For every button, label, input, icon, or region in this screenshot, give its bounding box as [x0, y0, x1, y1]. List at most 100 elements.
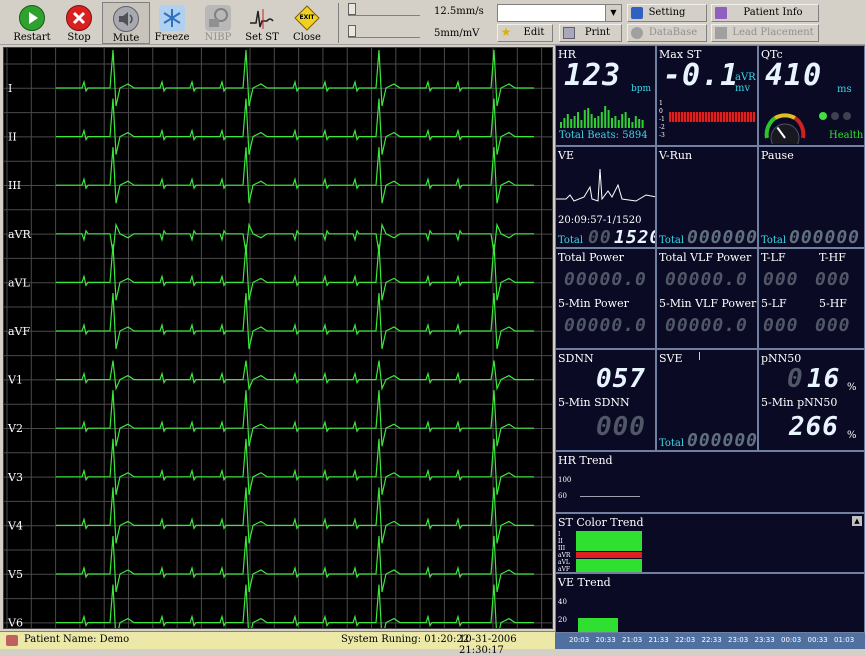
tlf-title: T-LF [761, 251, 786, 264]
time-axis-label: 20:33 [595, 636, 616, 644]
gain-slider-knob[interactable] [348, 25, 356, 37]
pnn50-value: 16 [807, 364, 841, 394]
st-trend-scroll-icon[interactable]: ▲ [852, 516, 862, 526]
st-lead-i: I [558, 531, 561, 538]
total-beats: Total Beats: 5894 [559, 130, 648, 141]
hr-histogram [560, 106, 644, 128]
hr-histogram-bar [628, 118, 630, 128]
min-power-title: 5-Min Power [558, 297, 629, 310]
database-label: DataBase [648, 27, 698, 38]
max-st-scale: 1 0 -1 -2 -3 [659, 100, 667, 140]
lead-label-avf: aVF [8, 325, 31, 338]
sdnn-cell: SDNN 057 5-Min SDNN 000 [555, 349, 656, 451]
time-axis-label: 21:03 [622, 636, 643, 644]
hr-histogram-bar [634, 116, 637, 128]
min-vlf-title: 5-Min VLF Power [659, 297, 757, 310]
pnn50-cell: pNN50 0 16 % 5-Min pNN50 266 % [758, 349, 865, 451]
mute-button[interactable]: Mute [102, 2, 150, 44]
gain-slider[interactable] [348, 25, 420, 38]
date-time: 10-31-2006 21:30:17 [459, 634, 517, 656]
chevron-down-icon[interactable]: ▼ [605, 5, 621, 21]
sve-marker [699, 352, 700, 360]
lead-label-avr: aVR [8, 228, 32, 241]
max-st-lead: aVR [735, 72, 756, 83]
max-st-unit: mv [735, 83, 751, 94]
trend-time-axis[interactable]: 20:03 20:33 21:03 21:33 22:03 22:33 23:03 23:33… [555, 633, 865, 649]
restart-button[interactable]: Restart [8, 2, 56, 44]
speed-slider[interactable] [348, 3, 420, 16]
lead-label-v2: V2 [7, 422, 23, 435]
toolbar: Restart Stop Mute Freeze NIBP Set ST EXI… [0, 0, 865, 45]
database-button[interactable]: DataBase [627, 24, 707, 42]
time-axis-label: 00:33 [807, 636, 828, 644]
vrun-cell: V-Run Total 000000 [656, 146, 758, 248]
sve-title: SVE [659, 352, 683, 365]
pause-total-value: 000000 [789, 227, 861, 248]
print-label: Print [584, 27, 611, 38]
st-lead-ii: II [558, 538, 563, 545]
lead-label-v4: V4 [7, 519, 23, 532]
hr-value: 123 [564, 58, 622, 93]
pnn50-unit: % [847, 382, 857, 393]
st-segment-icon [249, 5, 275, 31]
time-axis-label: 22:33 [701, 636, 722, 644]
hr-trend-panel: HR Trend 100 60 [555, 451, 865, 513]
lead-placement-button[interactable]: Lead Placement [711, 24, 819, 42]
freeze-button[interactable]: Freeze [148, 2, 196, 44]
warn-led-icon [831, 112, 839, 120]
time-axis-label: 20:03 [569, 636, 590, 644]
hr-histogram-bar [573, 116, 576, 128]
patient-name: Patient Name: Demo [24, 634, 130, 645]
lead-placement-label: Lead Placement [732, 27, 814, 38]
ve-waveform [556, 168, 655, 202]
hr-trend-line [580, 496, 640, 497]
thf-value: 000 [815, 269, 851, 290]
setting-button[interactable]: Setting [627, 4, 707, 22]
lead-label-ii: II [8, 131, 17, 144]
total-power-cell: Total Power 00000.0 5-Min Power 00000.0 [555, 248, 656, 349]
speed-slider-knob[interactable] [348, 3, 356, 15]
set-st-button[interactable]: Set ST [238, 2, 286, 44]
time-axis-label: 23:03 [728, 636, 749, 644]
hr-histogram-bar [590, 114, 593, 128]
time-axis-label: 22:03 [675, 636, 696, 644]
ve-total-label: Total [558, 235, 584, 246]
sve-total-value: 000000 [687, 430, 758, 451]
st-lead-avr: aVR [558, 552, 571, 559]
min-power-value: 00000.0 [564, 315, 647, 336]
status-bar: Patient Name: Demo System Runing: 01:20:… [0, 631, 555, 656]
hr-trend-title: HR Trend [558, 454, 613, 467]
close-button[interactable]: EXIT Close [283, 2, 331, 44]
pause-cell: Pause Total 000000 [758, 146, 865, 248]
min-vlf-value: 00000.0 [665, 315, 748, 336]
lead-label-v1: V1 [7, 374, 23, 387]
hf-title: 5-HF [819, 297, 847, 310]
total-vlf-value: 00000.0 [665, 269, 748, 290]
nibp-button[interactable]: NIBP [194, 2, 242, 44]
thf-title: T-HF [819, 251, 846, 264]
hr-trend-tick-60: 60 [558, 492, 567, 500]
edit-label: Edit [523, 27, 545, 38]
book-icon [715, 7, 727, 19]
st-trend-bars [576, 531, 642, 572]
ve-trend-tick-20: 20 [558, 616, 567, 624]
st-lead-avf: aVF [558, 566, 571, 573]
lf-hf-cell: T-LF T-HF 000 000 5-LF 5-HF 000 000 [758, 248, 865, 349]
view-select[interactable]: ▼ [497, 4, 622, 22]
patient-info-button[interactable]: Patient Info [711, 4, 819, 22]
min-sdnn-title: 5-Min SDNN [558, 396, 630, 409]
ecg-grid-svg: IIIIIIaVRaVLaVFV1V2V3V4V5V6 [4, 48, 552, 641]
print-button[interactable]: Print [559, 24, 622, 42]
stop-button[interactable]: Stop [55, 2, 103, 44]
hr-histogram-bar [587, 108, 590, 128]
lead-label-iii: III [8, 179, 21, 192]
max-st-scale-m3: -3 [659, 132, 665, 139]
edit-button[interactable]: ★ Edit [497, 24, 553, 42]
play-icon [19, 5, 45, 31]
alarm-led-icon [843, 112, 851, 120]
lead-label-i: I [8, 82, 12, 95]
ve-trend-title: VE Trend [558, 576, 611, 589]
hr-histogram-bar [563, 118, 566, 128]
lead-label-v3: V3 [7, 471, 23, 484]
hr-histogram-bar [594, 118, 596, 128]
